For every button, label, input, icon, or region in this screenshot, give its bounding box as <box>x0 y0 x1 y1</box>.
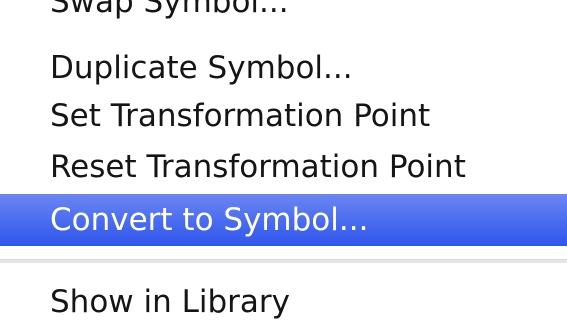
menu-item-swap-symbol[interactable]: Swap Symbol... <box>0 0 567 28</box>
menu-item-reset-transformation-point[interactable]: Reset Transformation Point <box>0 141 567 193</box>
context-menu: Swap Symbol... Duplicate Symbol... Set T… <box>0 0 567 328</box>
menu-item-duplicate-symbol[interactable]: Duplicate Symbol... <box>0 42 567 94</box>
menu-item-convert-to-symbol[interactable]: Convert to Symbol... <box>0 194 567 246</box>
menu-item-show-in-library[interactable]: Show in Library <box>0 276 567 328</box>
menu-separator <box>0 259 567 263</box>
menu-item-set-transformation-point[interactable]: Set Transformation Point <box>0 90 567 142</box>
